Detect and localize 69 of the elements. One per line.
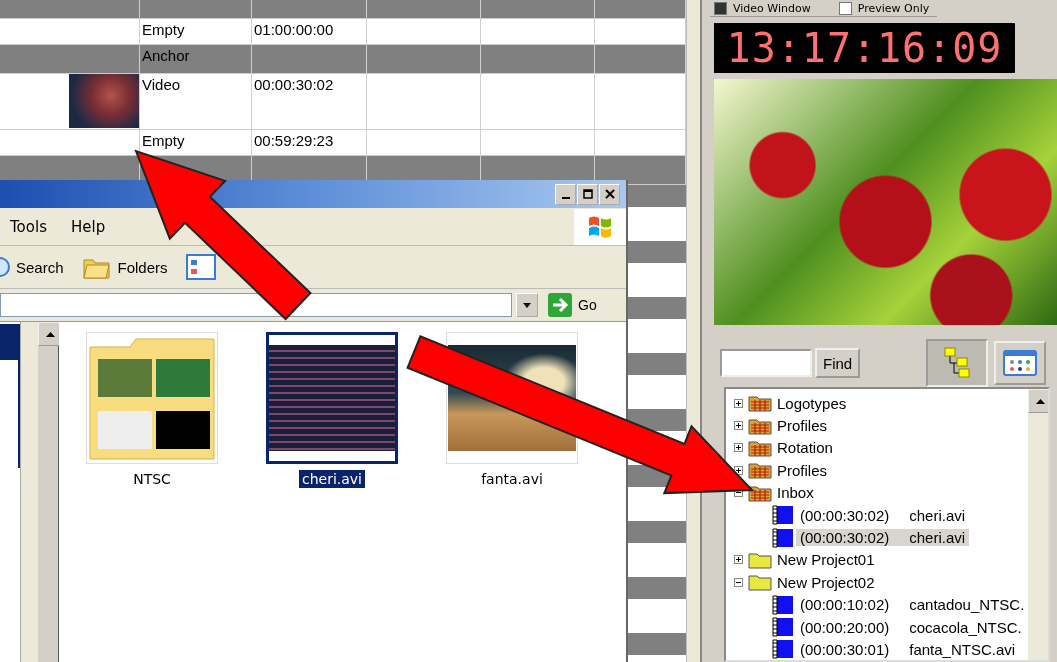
timecode-display: 13:17:16:09 xyxy=(714,23,1015,73)
clip-duration: 00:00:30:02 xyxy=(254,76,334,93)
tree-item[interactable]: Rotation xyxy=(777,439,833,457)
clip-duration: 01:00:00:00 xyxy=(254,21,334,38)
checkbox[interactable] xyxy=(714,1,727,15)
clip-item[interactable]: (00:00:30:02) cheri.avi xyxy=(796,529,970,547)
folder-icon xyxy=(748,416,772,435)
maximize-icon xyxy=(582,189,593,199)
caret-icon xyxy=(523,302,531,308)
folder-icon xyxy=(748,394,772,413)
minimize-icon xyxy=(561,196,570,199)
film-icon xyxy=(772,594,794,615)
folder-icon xyxy=(748,438,772,457)
find-button[interactable]: Find xyxy=(815,348,861,378)
tree-item[interactable]: Profiles xyxy=(777,461,828,479)
menu-item[interactable]: Tools xyxy=(10,217,47,236)
expand-icon[interactable] xyxy=(734,555,743,565)
logo-icon xyxy=(587,214,613,239)
folder-icon xyxy=(748,483,772,502)
tree-item[interactable]: Inbox xyxy=(777,484,814,502)
folder-icon xyxy=(748,550,772,569)
collapse-icon[interactable] xyxy=(734,577,743,587)
film-icon xyxy=(772,527,794,548)
magnifier-icon xyxy=(0,256,10,278)
scrollbar[interactable] xyxy=(1028,389,1048,660)
close-button[interactable] xyxy=(599,183,620,205)
video-thumbnail xyxy=(69,74,139,128)
address-field[interactable] xyxy=(0,293,512,317)
scrollbar[interactable] xyxy=(686,0,700,662)
folder-icon xyxy=(748,461,772,480)
clip-type: Empty xyxy=(142,21,185,38)
tree-item[interactable]: Profiles xyxy=(777,417,828,435)
close-icon xyxy=(604,189,615,199)
row-label: Anchor xyxy=(142,47,190,64)
clip-item[interactable]: (00:00:10:02) cantadou_NTSC. xyxy=(796,596,1029,614)
go-button[interactable]: Go xyxy=(548,293,597,317)
dropdown-button[interactable] xyxy=(516,293,538,317)
clip-type: Video xyxy=(142,76,181,93)
film-icon xyxy=(772,617,794,638)
tree-item[interactable]: New Project01 xyxy=(777,551,875,569)
folder-tree-icon xyxy=(943,346,972,380)
toolbar-button[interactable]: Search xyxy=(0,256,64,278)
grid-view-icon xyxy=(1003,350,1038,376)
tree-item[interactable]: New Project02 xyxy=(777,573,875,591)
menu-item[interactable]: Help xyxy=(70,217,106,236)
expand-icon[interactable] xyxy=(734,398,743,408)
minimize-button[interactable] xyxy=(555,183,576,205)
toolbar-button[interactable]: Folders xyxy=(81,254,168,280)
scroll-up-icon[interactable] xyxy=(45,331,55,337)
clip-item[interactable]: (00:00:30:01) fanta_NTSC.avi xyxy=(796,641,1020,658)
tree-item[interactable]: Logotypes xyxy=(777,394,847,412)
expand-icon[interactable] xyxy=(734,443,743,453)
tree-view-button[interactable] xyxy=(926,339,989,387)
clip-item[interactable]: (00:00:30:02) cheri.avi xyxy=(796,506,970,524)
scroll-up-icon[interactable] xyxy=(1035,398,1045,404)
folder-icon xyxy=(748,573,772,592)
grid-view-button[interactable] xyxy=(994,341,1047,385)
scrollbar[interactable] xyxy=(38,322,59,662)
views-icon[interactable] xyxy=(185,254,216,280)
film-icon xyxy=(772,505,794,526)
clip-type: Empty xyxy=(142,132,185,149)
expand-icon[interactable] xyxy=(734,421,743,431)
checkbox-label: Video Window xyxy=(733,1,811,15)
clip-duration: 00:59:29:23 xyxy=(254,132,334,149)
checkbox[interactable] xyxy=(838,1,852,15)
clip-item[interactable]: (00:00:20:00) cocacola_NTSC. xyxy=(796,618,1026,636)
checkbox-label: Preview Only xyxy=(857,1,930,15)
search-field[interactable] xyxy=(720,349,812,377)
maximize-button[interactable] xyxy=(577,183,598,205)
